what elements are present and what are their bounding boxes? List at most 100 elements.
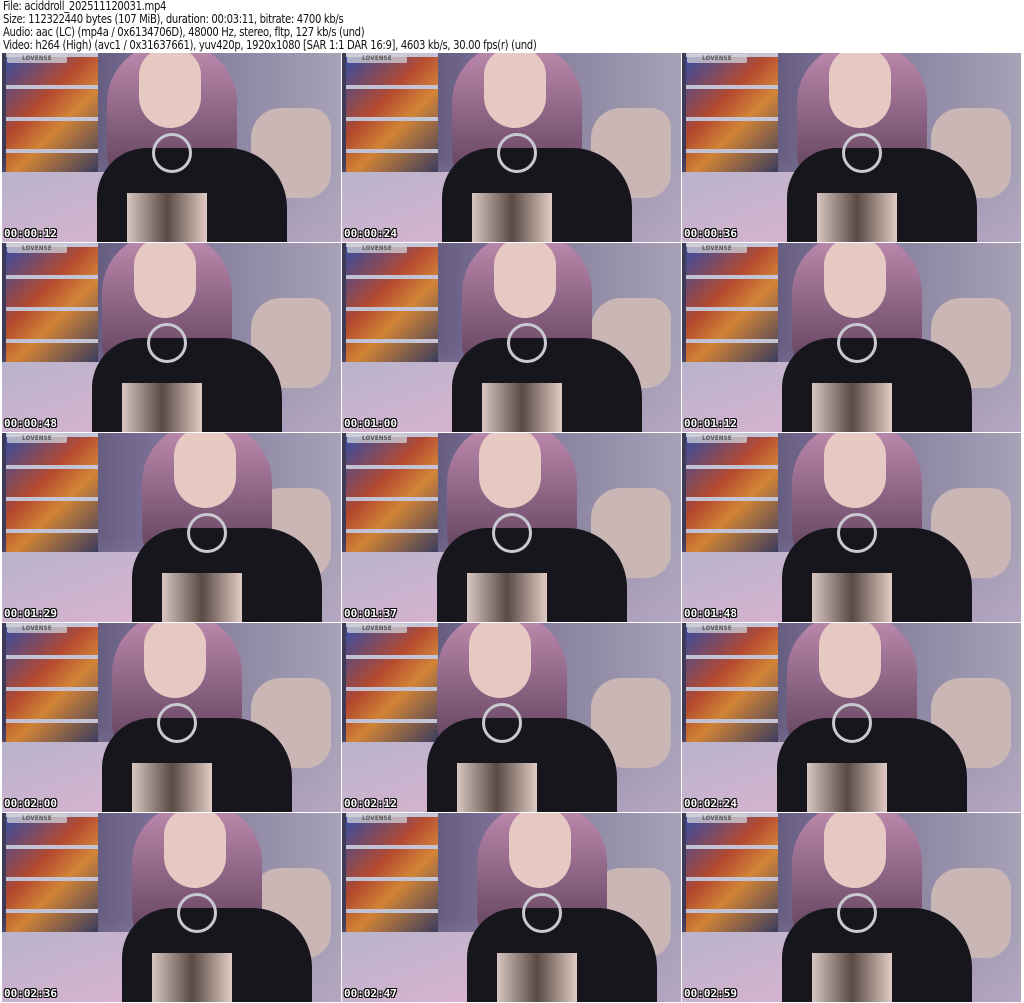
timestamp: 00:02:47 <box>344 987 397 1000</box>
collar-ring <box>157 703 197 743</box>
shirt-print <box>817 193 897 242</box>
person <box>467 813 657 1002</box>
shirt-print <box>467 573 547 622</box>
person <box>122 813 312 1002</box>
shelf <box>6 623 98 743</box>
shirt-print <box>472 193 552 242</box>
lovense-badge: LOVENSE <box>687 244 747 253</box>
face <box>829 53 891 128</box>
video-thumbnail: LOVENSE 00:01:48 <box>682 433 1021 622</box>
lovense-badge: LOVENSE <box>7 434 67 443</box>
lovense-badge: LOVENSE <box>7 244 67 253</box>
file-info-header: File: aciddroll_202511120031.mp4 Size: 1… <box>3 0 537 52</box>
shelf <box>6 53 98 173</box>
person <box>92 243 282 432</box>
collar-ring <box>147 323 187 363</box>
shelf <box>686 623 778 743</box>
person <box>132 433 322 622</box>
shirt-print <box>812 573 892 622</box>
timestamp: 00:01:12 <box>684 417 737 430</box>
timestamp: 00:01:48 <box>684 607 737 620</box>
lovense-badge: LOVENSE <box>687 54 747 63</box>
shelf <box>346 813 438 933</box>
person <box>782 433 972 622</box>
lovense-badge: LOVENSE <box>7 624 67 633</box>
shelf <box>346 53 438 173</box>
shirt-print <box>132 763 212 812</box>
video-thumbnail: LOVENSE 00:00:12 <box>2 53 341 242</box>
lovense-badge: LOVENSE <box>687 624 747 633</box>
lovense-badge: LOVENSE <box>347 624 407 633</box>
collar-ring <box>492 513 532 553</box>
face <box>164 813 226 888</box>
collar-ring <box>522 893 562 933</box>
shelf <box>686 53 778 173</box>
shelf <box>346 623 438 743</box>
face <box>174 433 236 508</box>
face <box>484 53 546 128</box>
person <box>452 243 642 432</box>
collar-ring <box>837 513 877 553</box>
timestamp: 00:02:12 <box>344 797 397 810</box>
collar-ring <box>177 893 217 933</box>
lovense-badge: LOVENSE <box>347 434 407 443</box>
shirt-print <box>122 383 202 432</box>
face <box>824 433 886 508</box>
shelf <box>6 813 98 933</box>
timestamp: 00:00:12 <box>4 227 57 240</box>
face <box>134 243 196 318</box>
shirt-print <box>127 193 207 242</box>
timestamp: 00:01:00 <box>344 417 397 430</box>
person <box>437 433 627 622</box>
shirt-print <box>162 573 242 622</box>
collar-ring <box>837 323 877 363</box>
collar-ring <box>482 703 522 743</box>
shelf <box>346 243 438 363</box>
video-thumbnail: LOVENSE 00:02:00 <box>2 623 341 812</box>
person <box>787 53 977 242</box>
face <box>819 623 881 698</box>
person <box>427 623 617 812</box>
timestamp: 00:00:48 <box>4 417 57 430</box>
lovense-badge: LOVENSE <box>7 814 67 823</box>
collar-ring <box>837 893 877 933</box>
video-thumbnail: LOVENSE 00:02:24 <box>682 623 1021 812</box>
face <box>824 243 886 318</box>
person <box>782 243 972 432</box>
shelf <box>6 243 98 363</box>
shelf <box>686 243 778 363</box>
timestamp: 00:01:29 <box>4 607 57 620</box>
video-thumbnail: LOVENSE 00:01:29 <box>2 433 341 622</box>
lovense-badge: LOVENSE <box>347 244 407 253</box>
video-thumbnail: LOVENSE 00:00:36 <box>682 53 1021 242</box>
video-thumbnail: LOVENSE 00:02:47 <box>342 813 681 1002</box>
shirt-print <box>812 953 892 1002</box>
shirt-print <box>152 953 232 1002</box>
face <box>139 53 201 128</box>
timestamp: 00:01:37 <box>344 607 397 620</box>
video-thumbnail: LOVENSE 00:01:12 <box>682 243 1021 432</box>
lovense-badge: LOVENSE <box>347 54 407 63</box>
collar-ring <box>507 323 547 363</box>
video-thumbnail: LOVENSE 00:02:36 <box>2 813 341 1002</box>
timestamp: 00:02:59 <box>684 987 737 1000</box>
shelf <box>686 813 778 933</box>
person <box>97 53 287 242</box>
person <box>782 813 972 1002</box>
lovense-badge: LOVENSE <box>687 814 747 823</box>
shirt-print <box>497 953 577 1002</box>
face <box>479 433 541 508</box>
video-thumbnail: LOVENSE 00:01:00 <box>342 243 681 432</box>
shirt-print <box>482 383 562 432</box>
collar-ring <box>832 703 872 743</box>
shelf <box>686 433 778 553</box>
shirt-print <box>457 763 537 812</box>
collar-ring <box>187 513 227 553</box>
thumbnail-grid: LOVENSE 00:00:12 LOVENSE 00:00:24 LOVENS… <box>2 53 1022 1002</box>
collar-ring <box>842 133 882 173</box>
video-thumbnail: LOVENSE 00:02:59 <box>682 813 1021 1002</box>
timestamp: 00:00:36 <box>684 227 737 240</box>
timestamp: 00:02:00 <box>4 797 57 810</box>
face <box>144 623 206 698</box>
person <box>777 623 967 812</box>
